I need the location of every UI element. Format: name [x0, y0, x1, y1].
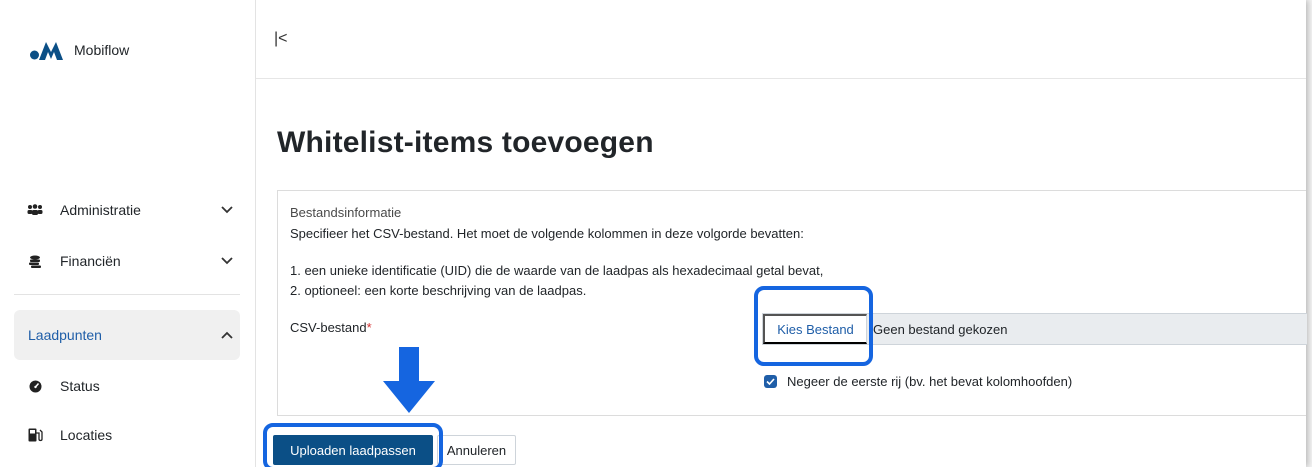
section-title: Bestandsinformatie	[290, 205, 402, 220]
sidebar-item-label: Financiën	[60, 253, 121, 269]
csv-label-text: CSV-bestand	[290, 320, 367, 335]
sidebar-item-laadpunten[interactable]: Laadpunten	[14, 310, 240, 360]
required-marker: *	[366, 320, 372, 335]
app-window: Mobiflow Administratie Financiën Laadpun…	[0, 0, 1307, 467]
top-bar: |<	[256, 0, 1306, 79]
sidebar-item-label: Status	[60, 378, 100, 394]
upload-button[interactable]: Uploaden laadpassen	[273, 435, 433, 465]
sidebar-item-administratie[interactable]: Administratie	[14, 185, 240, 235]
charging-station-icon	[26, 427, 44, 443]
sidebar-divider	[14, 294, 240, 295]
checkmark-icon	[766, 378, 775, 385]
brand-name: Mobiflow	[74, 42, 130, 58]
list-item: 1. een unieke identificatie (UID) die de…	[290, 263, 824, 278]
sidebar-item-label: Laadpunten	[28, 327, 102, 343]
list-item: 2. optioneel: een korte beschrijving van…	[290, 283, 587, 298]
coins-icon	[26, 253, 44, 269]
skip-first-row-checkbox[interactable]	[764, 375, 777, 388]
sidebar-item-locaties[interactable]: Locaties	[14, 410, 240, 460]
mobiflow-logo-icon	[30, 42, 63, 60]
skip-first-row-label: Negeer de eerste rij (bv. het bevat kolo…	[787, 374, 1073, 389]
file-input[interactable]: Kies Bestand Geen bestand gekozen	[762, 313, 1307, 345]
file-status-text: Geen bestand gekozen	[873, 322, 1008, 337]
sidebar-item-label: Administratie	[60, 202, 141, 218]
chevron-up-icon	[214, 331, 240, 339]
sidebar: Mobiflow Administratie Financiën Laadpun…	[0, 0, 256, 467]
gauge-icon	[26, 378, 44, 394]
users-icon	[26, 202, 44, 218]
csv-field-label: CSV-bestand*	[290, 320, 372, 335]
brand[interactable]: Mobiflow	[30, 40, 129, 60]
chevron-down-icon	[214, 206, 240, 214]
upload-card: Bestandsinformatie Specifieer het CSV-be…	[277, 190, 1307, 416]
column-list: 1. een unieke identificatie (UID) die de…	[290, 261, 823, 301]
sidebar-item-financien[interactable]: Financiën	[14, 236, 240, 286]
chevron-down-icon	[214, 257, 240, 265]
choose-file-button[interactable]: Kies Bestand	[763, 314, 867, 344]
skip-first-row-option[interactable]: Negeer de eerste rij (bv. het bevat kolo…	[764, 374, 1072, 389]
sidebar-item-status[interactable]: Status	[14, 361, 240, 411]
page-title: Whitelist-items toevoegen	[277, 126, 654, 159]
collapse-sidebar-button[interactable]: |<	[274, 30, 288, 48]
cancel-button[interactable]: Annuleren	[437, 435, 516, 465]
section-description: Specifieer het CSV-bestand. Het moet de …	[290, 226, 804, 241]
sidebar-item-label: Locaties	[60, 427, 113, 443]
